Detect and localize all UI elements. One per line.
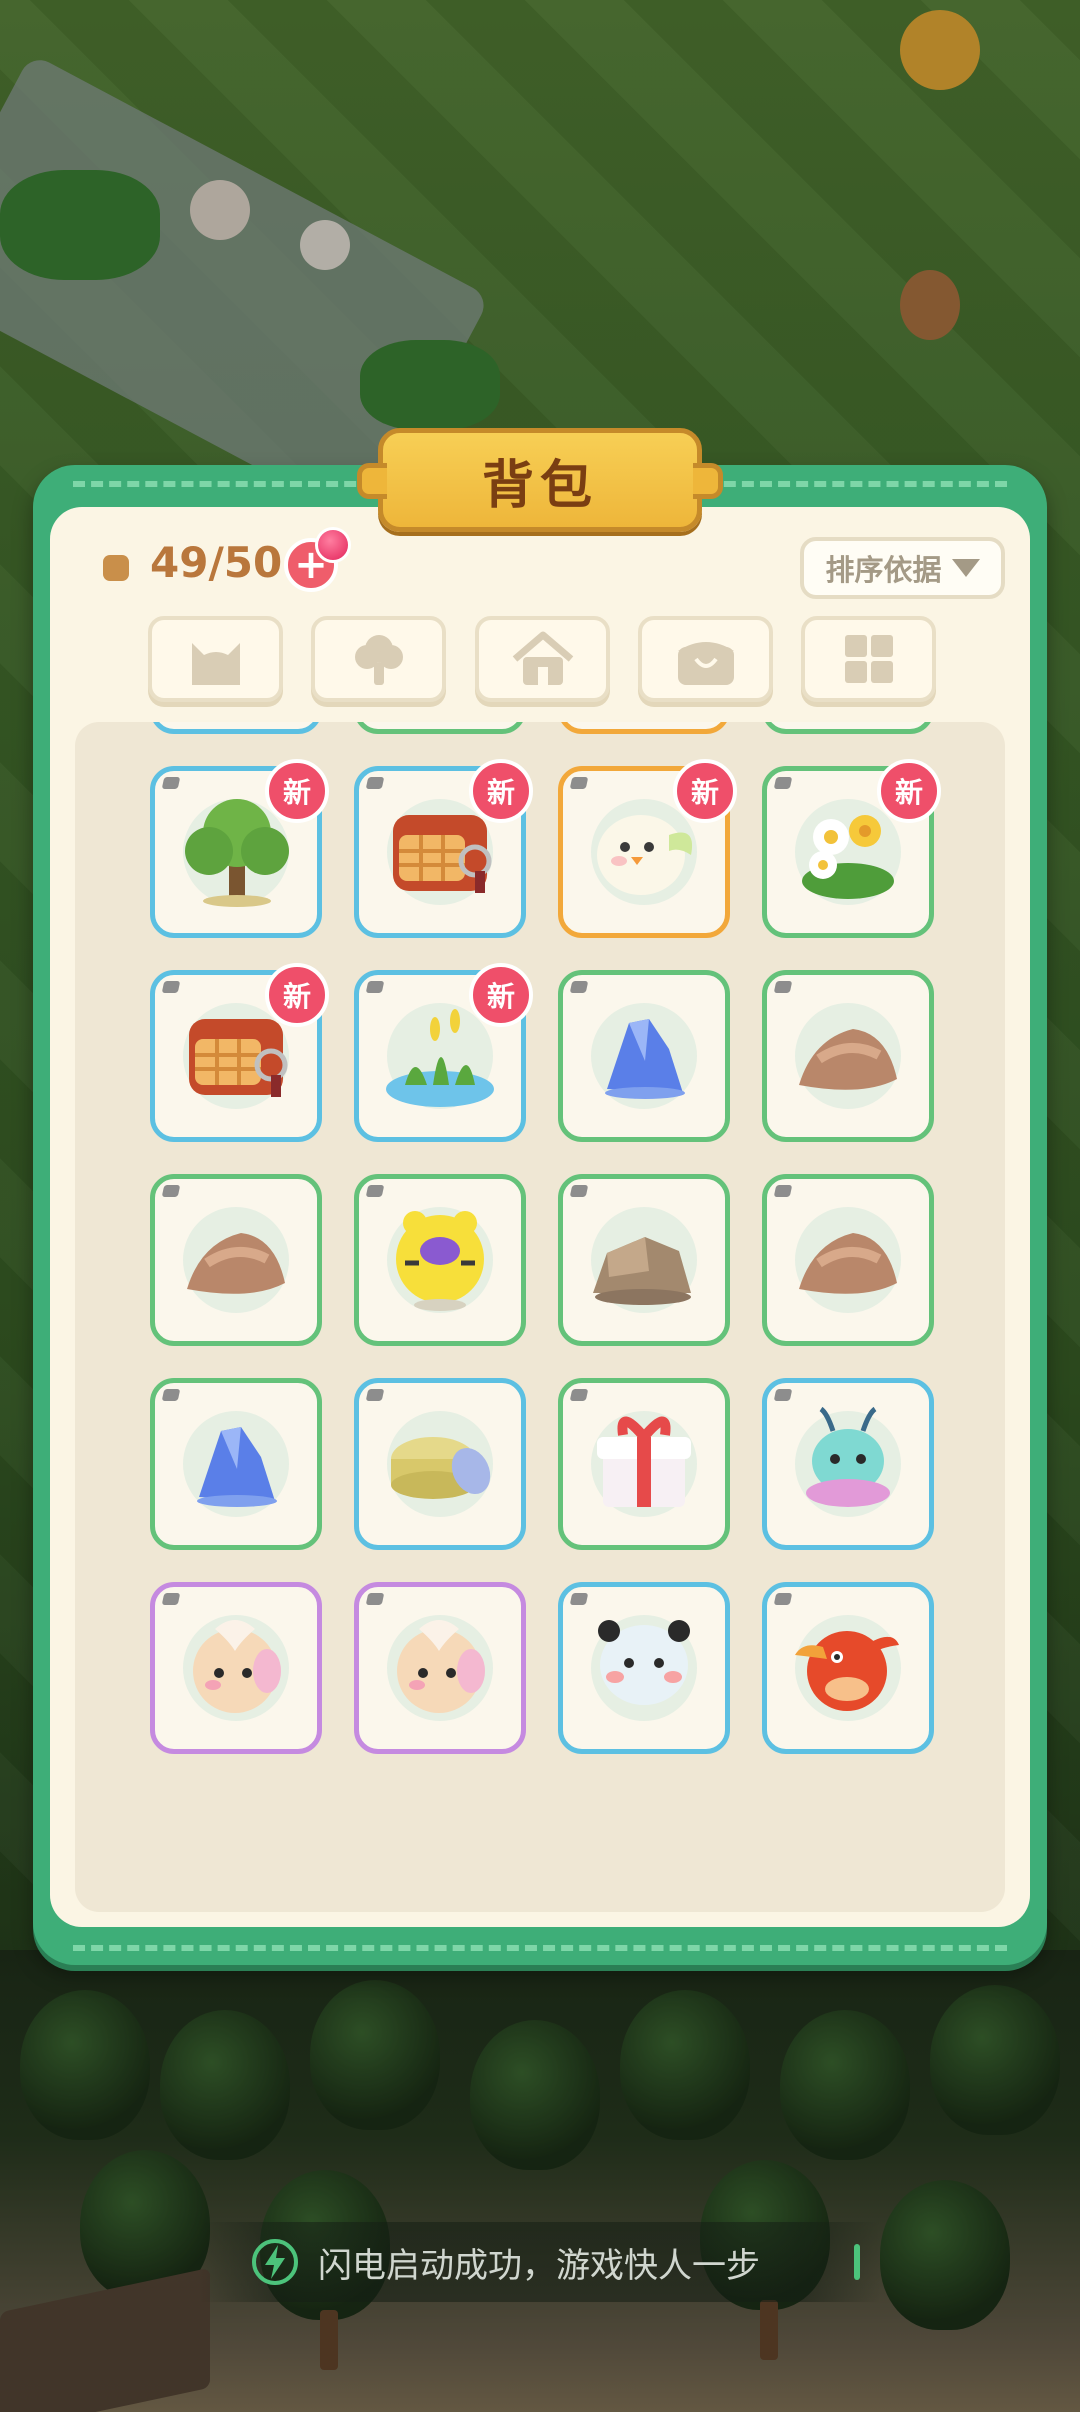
inventory-slot[interactable]: 新 bbox=[150, 759, 329, 938]
cream-jar-icon bbox=[391, 1437, 491, 1499]
sort-button-label: 排序依据 bbox=[825, 553, 942, 587]
notification-dot bbox=[315, 527, 351, 563]
inventory-slot[interactable] bbox=[354, 1174, 526, 1346]
inventory-slot[interactable] bbox=[150, 722, 322, 734]
inventory-slot[interactable] bbox=[762, 1174, 934, 1346]
sheep-pet-icon bbox=[193, 1620, 281, 1713]
inventory-slot[interactable]: 新 bbox=[558, 759, 737, 938]
tab-plants[interactable] bbox=[311, 616, 446, 702]
inventory-slot[interactable]: 新 bbox=[354, 963, 533, 1142]
blue-crystal-icon bbox=[197, 1427, 277, 1507]
inventory-slot[interactable] bbox=[354, 1378, 526, 1550]
title-plate: 背包 bbox=[357, 428, 723, 532]
toast-notification: 闪电启动成功，游戏快人一步 bbox=[200, 2222, 880, 2302]
new-badge: 新 bbox=[469, 759, 533, 823]
inventory-slot[interactable]: 新 bbox=[762, 759, 941, 938]
inventory-grid-area[interactable]: 新新新新新新 bbox=[75, 722, 1005, 1912]
panel-title: 背包 bbox=[481, 455, 598, 516]
inventory-slot[interactable] bbox=[558, 1174, 730, 1346]
inventory-slot[interactable] bbox=[558, 1582, 730, 1754]
inventory-slot[interactable] bbox=[558, 1378, 730, 1550]
inventory-slot[interactable] bbox=[150, 1174, 322, 1346]
inventory-slot[interactable] bbox=[150, 1582, 322, 1754]
tab-pets[interactable] bbox=[148, 616, 283, 702]
toast-accent-bar bbox=[854, 2244, 860, 2280]
tree-icon bbox=[354, 635, 403, 685]
jellyfish-pet-icon bbox=[806, 1406, 890, 1507]
inventory-slot[interactable]: 新 bbox=[354, 759, 533, 938]
tab-treasure[interactable] bbox=[638, 616, 773, 702]
inventory-slot[interactable] bbox=[558, 970, 730, 1142]
brown-rock-icon bbox=[187, 1233, 285, 1294]
inventory-slot[interactable] bbox=[762, 722, 934, 734]
sort-button[interactable]: 排序依据 bbox=[800, 537, 1005, 599]
sheep-pet-icon bbox=[397, 1620, 485, 1713]
new-badge: 新 bbox=[469, 963, 533, 1027]
inventory-slot[interactable] bbox=[354, 722, 526, 734]
brown-rock-icon bbox=[799, 1029, 897, 1090]
inventory-slot[interactable]: 新 bbox=[150, 963, 329, 1142]
treasure-chest-icon bbox=[677, 642, 734, 685]
red-bird-icon bbox=[795, 1631, 899, 1711]
inventory-grid: 新新新新新新 bbox=[150, 722, 941, 1754]
house-icon bbox=[512, 631, 573, 685]
grid-icon bbox=[844, 635, 893, 683]
panel-stitch-decoration bbox=[73, 1945, 1007, 1951]
tab-all[interactable] bbox=[801, 616, 936, 702]
yellow-tiger-icon bbox=[396, 1211, 484, 1311]
blue-crystal-icon bbox=[605, 1019, 685, 1099]
new-badge: 新 bbox=[265, 759, 329, 823]
capacity-icon bbox=[103, 555, 129, 581]
inventory-slot[interactable] bbox=[762, 1582, 934, 1754]
new-badge: 新 bbox=[265, 963, 329, 1027]
panda-ball-icon bbox=[598, 1620, 690, 1705]
inventory-slot[interactable] bbox=[762, 970, 934, 1142]
new-badge: 新 bbox=[673, 759, 737, 823]
stone-pile-icon bbox=[593, 1237, 691, 1305]
inventory-slot[interactable] bbox=[558, 722, 730, 734]
caret-down-icon bbox=[951, 559, 980, 577]
inventory-slot[interactable] bbox=[150, 1378, 322, 1550]
new-badge: 新 bbox=[877, 759, 941, 823]
lightning-icon bbox=[252, 2239, 298, 2285]
inventory-slot[interactable] bbox=[354, 1582, 526, 1754]
cat-icon bbox=[191, 643, 240, 685]
tab-buildings[interactable] bbox=[475, 616, 610, 702]
toast-text: 闪电启动成功，游戏快人一步 bbox=[318, 2245, 760, 2286]
brown-rock-icon bbox=[799, 1233, 897, 1294]
inventory-slot[interactable] bbox=[762, 1378, 934, 1550]
gift-box-icon bbox=[597, 1416, 691, 1507]
capacity-count: 49/50 bbox=[150, 538, 283, 587]
